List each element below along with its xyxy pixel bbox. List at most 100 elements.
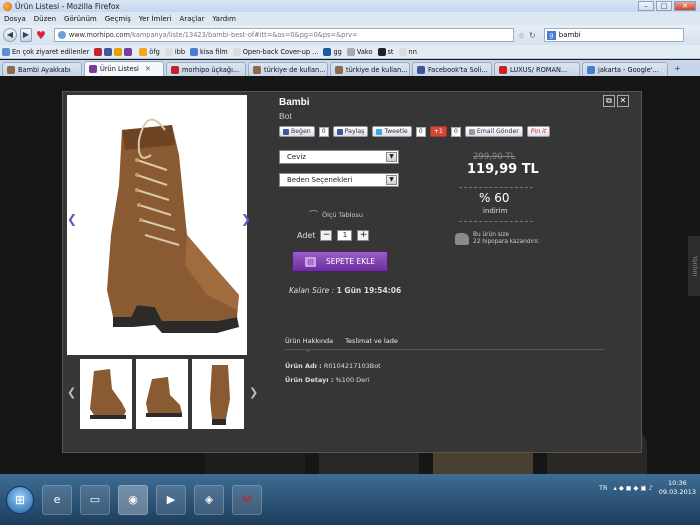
chevron-down-icon[interactable]: ▼ xyxy=(386,175,397,185)
product-thumbnail[interactable] xyxy=(192,359,244,429)
tab-pointer xyxy=(305,349,311,353)
menu-help[interactable]: Yardım xyxy=(212,15,236,23)
language-indicator[interactable]: TR xyxy=(599,484,608,492)
close-tab-icon[interactable]: ✕ xyxy=(145,65,151,73)
search-input[interactable]: bambi xyxy=(559,31,581,39)
firefox-taskbar-icon[interactable]: ◉ xyxy=(118,484,148,515)
menu-tools[interactable]: Araçlar xyxy=(179,15,204,23)
bookmark-nn[interactable]: nn xyxy=(398,47,417,56)
pinterest-button[interactable]: Pin it xyxy=(526,126,551,137)
menu-edit[interactable]: Düzen xyxy=(34,15,56,23)
tab-bambi[interactable]: Bambi Ayakkabı xyxy=(2,62,82,76)
detail-desc-label: Ürün Detayı : xyxy=(285,376,334,384)
color-select[interactable]: Ceviz ▼ xyxy=(279,150,399,164)
size-select[interactable]: Beden Seçenekleri ▼ xyxy=(279,173,399,187)
discount-label: indirim xyxy=(483,207,508,215)
size-chart-link[interactable]: ⌒ Ölçü Tablosu xyxy=(309,208,363,222)
bookmark-icon xyxy=(124,47,133,56)
tab-delivery-return[interactable]: Teslimat ve İade xyxy=(345,337,398,345)
url-bar[interactable]: www.morhipo.com/kampanya/liste/13423/bam… xyxy=(53,28,514,42)
ie-taskbar-icon[interactable]: e xyxy=(42,484,72,515)
start-button[interactable]: ⊞ xyxy=(6,485,34,514)
prev-image-arrow[interactable]: ❮ xyxy=(67,212,77,226)
media-player-taskbar-icon[interactable]: ▶ xyxy=(156,484,186,515)
tweet-button[interactable]: Tweetle xyxy=(372,126,412,137)
quantity-stepper: Adet − 1 + xyxy=(297,230,370,241)
bookmark-st[interactable]: st xyxy=(377,47,394,56)
tray-icons[interactable]: ▴ ◆ ◼ ◆ ▣ ♪ xyxy=(614,484,653,492)
divider xyxy=(459,221,533,222)
quantity-input[interactable]: 1 xyxy=(337,230,353,241)
forward-button[interactable]: ▶ xyxy=(20,28,32,42)
tab-morhipo[interactable]: morhipo üçkağı... xyxy=(166,62,246,76)
menu-bookmarks[interactable]: Yer İmleri xyxy=(139,15,172,23)
add-to-cart-button[interactable]: ▤ SEPETE EKLE xyxy=(292,251,388,272)
menu-view[interactable]: Görünüm xyxy=(64,15,97,23)
close-modal-button[interactable]: ✕ xyxy=(617,95,629,107)
quantity-plus-button[interactable]: + xyxy=(357,230,370,241)
site-identity-icon[interactable] xyxy=(57,31,66,39)
tab-urun-listesi[interactable]: Ürün Listesi ✕ xyxy=(84,61,164,76)
menu-history[interactable]: Geçmiş xyxy=(105,15,131,23)
quantity-minus-button[interactable]: − xyxy=(320,230,333,241)
boot-illustration xyxy=(107,118,239,333)
tab-strip: Bambi Ayakkabı Ürün Listesi ✕ morhipo üçk… xyxy=(0,60,700,76)
google-search-icon[interactable]: g xyxy=(546,30,556,40)
app-taskbar-icon[interactable]: ◈ xyxy=(194,484,224,515)
bookmark-open-back[interactable]: Open-back Cover-up ... xyxy=(232,47,318,56)
help-side-tab[interactable]: Yardım xyxy=(688,236,700,296)
product-type: Bot xyxy=(279,111,292,121)
new-tab-button[interactable]: + xyxy=(674,64,681,73)
search-box[interactable]: g bambi xyxy=(543,28,684,42)
bookmark-icons-group[interactable] xyxy=(94,47,134,56)
bookmark-most-visited[interactable]: En çok ziyaret edilenler xyxy=(2,47,89,56)
divider xyxy=(459,187,533,188)
facebook-share-button[interactable]: Paylaş xyxy=(332,126,369,137)
reload-icon[interactable]: ↻ xyxy=(529,31,536,40)
heart-icon[interactable]: ♥ xyxy=(36,29,46,42)
star-bookmark-icon[interactable]: ☆ xyxy=(518,31,525,40)
thumb-prev-arrow[interactable]: ❮ xyxy=(67,386,76,399)
menu-file[interactable]: Dosya xyxy=(4,15,26,23)
facebook-like-button[interactable]: Beğen xyxy=(279,126,315,137)
tab-facebook[interactable]: Facebook'ta Soli... xyxy=(412,62,492,76)
product-main-image[interactable] xyxy=(67,95,247,355)
bookmark-gg[interactable]: gg xyxy=(323,47,342,56)
bookmark-ibb[interactable]: ibb xyxy=(164,47,185,56)
url-path: /kampanya/liste/13423/bambi-best-of#itt=… xyxy=(129,31,358,39)
google-plus-button[interactable]: +1 xyxy=(429,126,447,137)
bookmark-ofg[interactable]: öfg xyxy=(139,47,160,56)
clock[interactable]: 10:36 09.03.2013 xyxy=(659,479,696,497)
explorer-taskbar-icon[interactable]: ▭ xyxy=(80,484,110,515)
chevron-down-icon[interactable]: ▼ xyxy=(386,152,397,162)
bookmark-kisa-film[interactable]: kisa film xyxy=(190,47,228,56)
tab-product-info[interactable]: Ürün Hakkında xyxy=(285,337,333,345)
product-thumbnail[interactable] xyxy=(136,359,188,429)
tab-label: Ürün Listesi xyxy=(100,65,139,73)
next-image-arrow[interactable]: ❯ xyxy=(241,212,251,226)
bookmark-vako[interactable]: Vako xyxy=(346,47,373,56)
tab-label: Bambi Ayakkabı xyxy=(18,65,71,74)
bookmark-label: öfg xyxy=(149,47,160,56)
tab-turkiye-1[interactable]: türkiye de kullan... xyxy=(248,62,328,76)
minimize-button[interactable]: – xyxy=(638,1,654,11)
tab-favicon xyxy=(253,65,261,74)
tab-jakarta[interactable]: jakarta - Google'... xyxy=(582,62,668,76)
bookmark-label: st xyxy=(387,47,394,56)
close-window-button[interactable]: ✕ xyxy=(674,1,696,11)
url-host: www.morhipo.com xyxy=(68,31,130,39)
tab-favicon xyxy=(7,65,15,74)
expand-icon[interactable]: ⧉ xyxy=(603,95,615,107)
back-button[interactable]: ◀ xyxy=(3,28,17,42)
tab-luxus[interactable]: LUXUS/ ROMAN... xyxy=(494,62,580,76)
product-thumbnail[interactable] xyxy=(80,359,132,429)
time-left-label: Kalan Süre : xyxy=(289,286,335,295)
bookmark-icon xyxy=(164,47,173,56)
youtube-icon xyxy=(499,65,507,74)
email-button[interactable]: Email Gönder xyxy=(464,126,523,137)
thumb-next-arrow[interactable]: ❯ xyxy=(249,386,258,399)
share-label: Paylaş xyxy=(344,128,365,135)
tab-turkiye-2[interactable]: türkiye de kullan... xyxy=(330,62,410,76)
mcafee-taskbar-icon[interactable]: M xyxy=(232,484,262,515)
maximize-button[interactable]: □ xyxy=(656,1,672,11)
